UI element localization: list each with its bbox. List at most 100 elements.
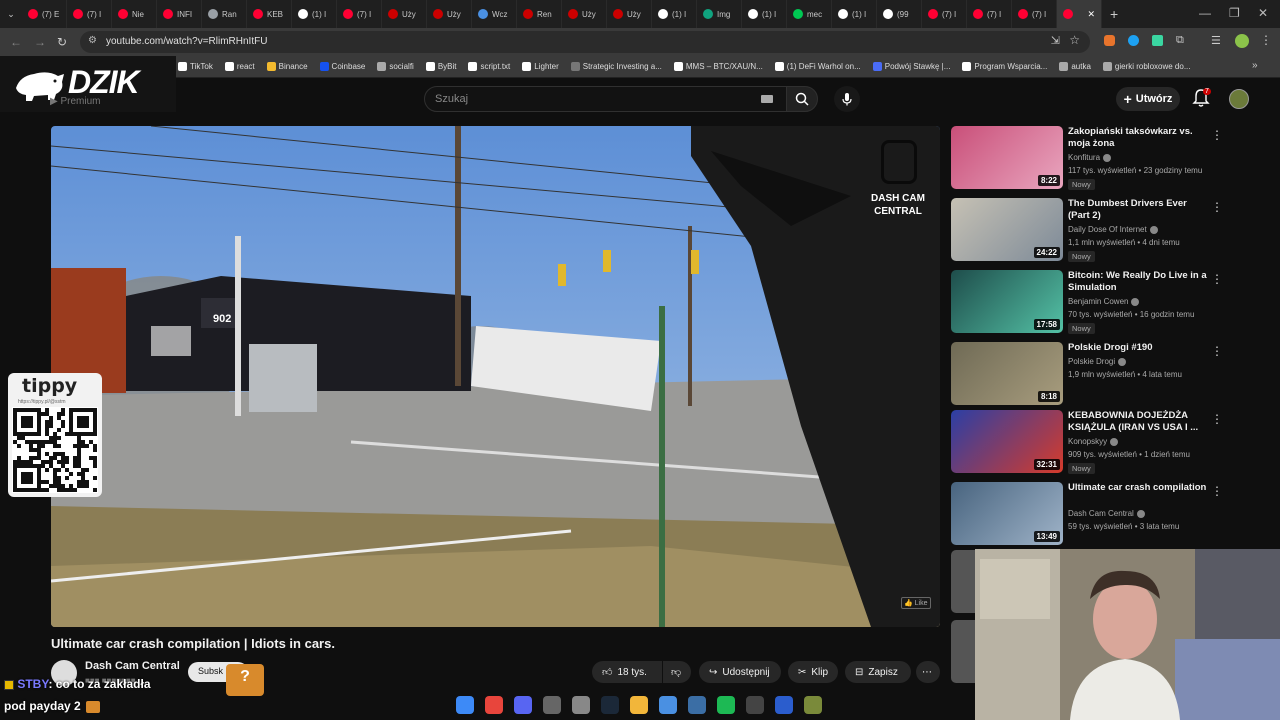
recommendation-channel[interactable]: Dash Cam Central [1068, 509, 1145, 518]
chrome-icon[interactable] [485, 696, 503, 714]
profile-avatar-icon[interactable] [1235, 34, 1249, 48]
browser-tab[interactable]: mec [787, 0, 832, 28]
recommendation-title[interactable]: Ultimate car crash compilation [1068, 482, 1208, 494]
maximize-icon[interactable]: ❐ [1229, 6, 1240, 20]
recommendation-item[interactable]: 17:58 Bitcoin: We Really Do Live in a Sim… [951, 270, 1231, 336]
recommendation-item[interactable]: 32:31 KEBABOWNIA DOJEŻDŻA KSIĄŻULA (IRAN … [951, 410, 1231, 476]
close-window-icon[interactable]: ✕ [1258, 6, 1268, 20]
recommendation-title[interactable]: Bitcoin: We Really Do Live in a Simulati… [1068, 270, 1208, 294]
video-player[interactable]: 902 DASH CAM CENTRAL 👍 Like [51, 126, 940, 627]
recommendation-thumbnail[interactable]: 32:31 [951, 410, 1063, 473]
browser-tab[interactable]: (7) I [922, 0, 967, 28]
bookmark-item[interactable]: socialfi [377, 62, 414, 71]
recommendation-item[interactable]: 24:22 The Dumbest Drivers Ever (Part 2) Da… [951, 198, 1231, 264]
browser-tab[interactable]: (1) I [652, 0, 697, 28]
search-button[interactable] [786, 86, 818, 112]
tab-search-icon[interactable]: ⌄ [0, 9, 22, 20]
discord-icon[interactable] [514, 696, 532, 714]
voice-search-button[interactable] [834, 86, 860, 112]
browser-tab[interactable]: Ran [202, 0, 247, 28]
bookmark-item[interactable]: react [224, 62, 255, 71]
recommendation-title[interactable]: The Dumbest Drivers Ever (Part 2) [1068, 198, 1208, 222]
browser-tab[interactable]: (99 [877, 0, 922, 28]
save-button[interactable]: ⊟ Zapisz [845, 661, 911, 683]
recommendation-item[interactable]: 13:49 Ultimate car crash compilation Dash … [951, 482, 1231, 548]
bookmark-item[interactable]: (1) DeFi Warhol on... [774, 62, 861, 71]
new-tab-button[interactable]: + [1110, 6, 1118, 22]
extension-fox-icon[interactable] [1104, 35, 1115, 46]
browser-tab[interactable]: (7) I [337, 0, 382, 28]
tool-icon[interactable] [688, 696, 706, 714]
recommendation-channel[interactable]: Polskie Drogi [1068, 357, 1127, 366]
browser-tab[interactable]: (1) I [742, 0, 787, 28]
url-input[interactable]: ⚙ youtube.com/watch?v=RlimRHnItFU ⇲ ☆ [80, 31, 1090, 53]
create-button[interactable]: + Utwórz [1116, 87, 1180, 111]
bookmark-item[interactable]: TikTok [178, 62, 213, 71]
browser-tab[interactable]: Uży [427, 0, 472, 28]
share-button[interactable]: ↪ Udostępnij [699, 661, 781, 683]
browser-tab[interactable]: (7) I [967, 0, 1012, 28]
bookmark-item[interactable]: Program Wsparcia... [962, 62, 1047, 71]
channel-name[interactable]: Dash Cam Central [85, 660, 180, 672]
browser-tab[interactable]: Uży [607, 0, 652, 28]
browser-tab[interactable]: Nie [112, 0, 157, 28]
bookmark-item[interactable]: gierki robloxowe do... [1102, 62, 1191, 71]
browser-tab[interactable]: (7) I [67, 0, 112, 28]
browser-tab[interactable]: Uży [562, 0, 607, 28]
game-icon[interactable] [804, 696, 822, 714]
windows-start-icon[interactable] [456, 696, 474, 714]
tab-close-icon[interactable]: ✕ [1087, 9, 1095, 20]
bookmark-item[interactable]: MMS – BTC/XAU/N... [673, 62, 763, 71]
recommendation-item[interactable]: 8:18 Polskie Drogi #190 Polskie Drogi 1,9 m… [951, 342, 1231, 408]
bookmark-item[interactable]: Podwój Stawkę |... [872, 62, 950, 71]
recommendation-menu-icon[interactable]: ⋮ [1211, 344, 1223, 358]
browser-tab[interactable]: KEB [247, 0, 292, 28]
bookmark-item[interactable]: ByBit [425, 62, 456, 71]
bookmark-item[interactable]: Lighter [522, 62, 559, 71]
recommendation-thumbnail[interactable]: 17:58 [951, 270, 1063, 333]
x-icon[interactable] [775, 696, 793, 714]
bookmark-item[interactable]: Binance [266, 62, 308, 71]
browser-tab[interactable]: Wcz [472, 0, 517, 28]
files-icon[interactable] [630, 696, 648, 714]
forward-icon[interactable]: → [34, 35, 46, 49]
recommendation-thumbnail[interactable]: 13:49 [951, 482, 1063, 545]
recommendation-title[interactable]: Zakopiański taksówkarz vs. moja żona [1068, 126, 1208, 150]
more-actions-button[interactable]: ⋯ [916, 661, 940, 683]
bookmark-item[interactable]: Coinbase [319, 62, 365, 71]
recommendation-menu-icon[interactable]: ⋮ [1211, 272, 1223, 286]
browser-tab[interactable]: (7) I [1012, 0, 1057, 28]
dislike-button[interactable]: 👎︎ [663, 661, 691, 683]
recommendation-channel[interactable]: Benjamin Cowen [1068, 297, 1140, 306]
recommendation-thumbnail[interactable]: 8:18 [951, 342, 1063, 405]
like-overlay-button[interactable]: 👍 Like [901, 597, 931, 609]
recommendation-thumbnail[interactable]: 24:22 [951, 198, 1063, 261]
reload-icon[interactable]: ↻ [57, 35, 67, 49]
chrome-menu-icon[interactable]: ⋮ [1260, 33, 1272, 47]
minimize-icon[interactable]: — [1199, 6, 1211, 20]
more-bookmarks-icon[interactable]: » [1252, 60, 1258, 71]
extensions-puzzle-icon[interactable]: ⧉ [1176, 34, 1184, 47]
browser-tab[interactable]: Img [697, 0, 742, 28]
browser-tab[interactable]: ✕ [1057, 0, 1102, 28]
recommendation-thumbnail[interactable]: 8:22 [951, 126, 1063, 189]
bookmark-item[interactable]: Strategic Investing a... [570, 62, 662, 71]
recommendation-item[interactable]: 8:22 Zakopiański taksówkarz vs. moja żona… [951, 126, 1231, 192]
app-icon[interactable] [543, 696, 561, 714]
browser-tab[interactable]: Uży [382, 0, 427, 28]
search-input[interactable]: Szukaj [424, 86, 788, 112]
refresh-icon[interactable] [659, 696, 677, 714]
media-controls-icon[interactable]: ☰ [1211, 34, 1221, 47]
recommendation-menu-icon[interactable]: ⋮ [1211, 484, 1223, 498]
account-avatar[interactable] [1229, 89, 1249, 109]
browser-tab[interactable]: INFI [157, 0, 202, 28]
bookmark-item[interactable]: script.txt [468, 62, 510, 71]
media-icon[interactable] [746, 696, 764, 714]
keyboard-icon[interactable] [761, 95, 773, 103]
steam-icon[interactable] [601, 696, 619, 714]
bookmark-star-icon[interactable]: ☆ [1069, 33, 1080, 47]
clip-button[interactable]: ✂ Klip [788, 661, 838, 683]
browser-tab[interactable]: (1) I [832, 0, 877, 28]
recommendation-menu-icon[interactable]: ⋮ [1211, 412, 1223, 426]
browser-tab[interactable]: (7) E [22, 0, 67, 28]
